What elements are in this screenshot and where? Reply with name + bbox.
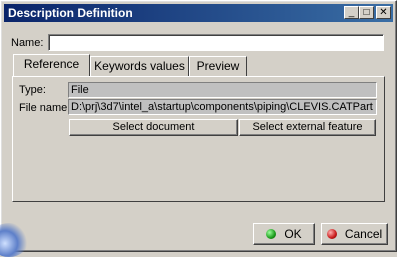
- file-name-label: File name:: [19, 102, 71, 114]
- maximize-button[interactable]: □: [359, 6, 374, 19]
- name-label: Name:: [11, 37, 44, 49]
- title-bar[interactable]: Description Definition _ □ ✕: [4, 4, 393, 22]
- select-document-button[interactable]: Select document: [69, 119, 238, 136]
- cancel-icon: [326, 229, 337, 239]
- window-title: Description Definition: [8, 6, 133, 20]
- type-label: Type:: [19, 84, 46, 96]
- ok-button[interactable]: OK: [253, 223, 315, 245]
- cancel-label: Cancel: [344, 227, 383, 241]
- type-value: File: [68, 82, 377, 98]
- close-button[interactable]: ✕: [376, 6, 391, 19]
- select-external-feature-button[interactable]: Select external feature: [239, 119, 376, 136]
- minimize-button[interactable]: _: [344, 6, 359, 19]
- ok-icon: [266, 229, 277, 239]
- cancel-button[interactable]: Cancel: [321, 223, 388, 245]
- tab-keywords-values[interactable]: Keywords values: [90, 56, 189, 76]
- name-input[interactable]: [48, 34, 384, 51]
- tab-preview[interactable]: Preview: [189, 56, 247, 76]
- dialog-window: Description Definition _ □ ✕ Name: Refer…: [0, 0, 397, 257]
- tab-reference[interactable]: Reference: [13, 54, 90, 76]
- ok-label: OK: [284, 227, 302, 241]
- file-name-value: D:\prj\3d7\intel_a\startup\components\pi…: [68, 99, 377, 115]
